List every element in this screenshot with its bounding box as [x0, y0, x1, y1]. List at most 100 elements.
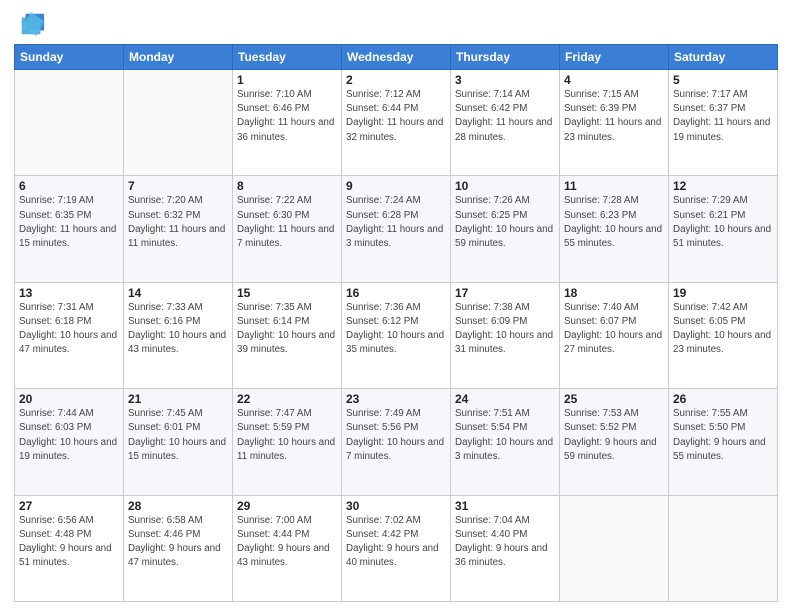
day-number: 9	[346, 179, 446, 193]
week-row-2: 6Sunrise: 7:19 AM Sunset: 6:35 PM Daylig…	[15, 176, 778, 282]
day-number: 25	[564, 392, 664, 406]
day-info: Sunrise: 7:19 AM Sunset: 6:35 PM Dayligh…	[19, 194, 119, 251]
calendar-cell: 17Sunrise: 7:38 AM Sunset: 6:09 PM Dayli…	[451, 282, 560, 388]
day-number: 23	[346, 392, 446, 406]
day-info: Sunrise: 7:29 AM Sunset: 6:21 PM Dayligh…	[673, 194, 773, 251]
day-number: 4	[564, 73, 664, 87]
calendar-cell: 6Sunrise: 7:19 AM Sunset: 6:35 PM Daylig…	[15, 176, 124, 282]
day-info: Sunrise: 7:15 AM Sunset: 6:39 PM Dayligh…	[564, 88, 664, 145]
week-row-3: 13Sunrise: 7:31 AM Sunset: 6:18 PM Dayli…	[15, 282, 778, 388]
calendar-cell	[124, 70, 233, 176]
day-number: 6	[19, 179, 119, 193]
day-info: Sunrise: 7:33 AM Sunset: 6:16 PM Dayligh…	[128, 301, 228, 358]
calendar-cell: 21Sunrise: 7:45 AM Sunset: 6:01 PM Dayli…	[124, 389, 233, 495]
calendar-cell	[669, 495, 778, 601]
day-number: 5	[673, 73, 773, 87]
calendar-cell: 1Sunrise: 7:10 AM Sunset: 6:46 PM Daylig…	[233, 70, 342, 176]
calendar-cell: 18Sunrise: 7:40 AM Sunset: 6:07 PM Dayli…	[560, 282, 669, 388]
day-info: Sunrise: 7:51 AM Sunset: 5:54 PM Dayligh…	[455, 407, 555, 464]
weekday-header-thursday: Thursday	[451, 45, 560, 70]
day-number: 27	[19, 499, 119, 513]
day-info: Sunrise: 7:04 AM Sunset: 4:40 PM Dayligh…	[455, 514, 555, 571]
calendar-cell: 14Sunrise: 7:33 AM Sunset: 6:16 PM Dayli…	[124, 282, 233, 388]
week-row-1: 1Sunrise: 7:10 AM Sunset: 6:46 PM Daylig…	[15, 70, 778, 176]
day-info: Sunrise: 7:28 AM Sunset: 6:23 PM Dayligh…	[564, 194, 664, 251]
day-number: 20	[19, 392, 119, 406]
day-info: Sunrise: 7:20 AM Sunset: 6:32 PM Dayligh…	[128, 194, 228, 251]
day-number: 1	[237, 73, 337, 87]
weekday-header-row: SundayMondayTuesdayWednesdayThursdayFrid…	[15, 45, 778, 70]
day-info: Sunrise: 7:22 AM Sunset: 6:30 PM Dayligh…	[237, 194, 337, 251]
calendar-cell: 19Sunrise: 7:42 AM Sunset: 6:05 PM Dayli…	[669, 282, 778, 388]
calendar-cell: 31Sunrise: 7:04 AM Sunset: 4:40 PM Dayli…	[451, 495, 560, 601]
day-info: Sunrise: 7:35 AM Sunset: 6:14 PM Dayligh…	[237, 301, 337, 358]
calendar-cell	[560, 495, 669, 601]
calendar-cell: 28Sunrise: 6:58 AM Sunset: 4:46 PM Dayli…	[124, 495, 233, 601]
day-number: 11	[564, 179, 664, 193]
day-number: 3	[455, 73, 555, 87]
calendar-table: SundayMondayTuesdayWednesdayThursdayFrid…	[14, 44, 778, 602]
day-number: 12	[673, 179, 773, 193]
day-info: Sunrise: 7:44 AM Sunset: 6:03 PM Dayligh…	[19, 407, 119, 464]
calendar-cell: 24Sunrise: 7:51 AM Sunset: 5:54 PM Dayli…	[451, 389, 560, 495]
calendar-cell: 2Sunrise: 7:12 AM Sunset: 6:44 PM Daylig…	[342, 70, 451, 176]
week-row-4: 20Sunrise: 7:44 AM Sunset: 6:03 PM Dayli…	[15, 389, 778, 495]
weekday-header-sunday: Sunday	[15, 45, 124, 70]
calendar-cell: 20Sunrise: 7:44 AM Sunset: 6:03 PM Dayli…	[15, 389, 124, 495]
weekday-header-wednesday: Wednesday	[342, 45, 451, 70]
day-number: 13	[19, 286, 119, 300]
day-number: 8	[237, 179, 337, 193]
day-info: Sunrise: 7:36 AM Sunset: 6:12 PM Dayligh…	[346, 301, 446, 358]
calendar-cell: 16Sunrise: 7:36 AM Sunset: 6:12 PM Dayli…	[342, 282, 451, 388]
calendar-cell: 29Sunrise: 7:00 AM Sunset: 4:44 PM Dayli…	[233, 495, 342, 601]
logo	[14, 10, 46, 38]
day-info: Sunrise: 7:55 AM Sunset: 5:50 PM Dayligh…	[673, 407, 773, 464]
day-number: 28	[128, 499, 228, 513]
day-info: Sunrise: 7:31 AM Sunset: 6:18 PM Dayligh…	[19, 301, 119, 358]
day-number: 22	[237, 392, 337, 406]
day-info: Sunrise: 7:17 AM Sunset: 6:37 PM Dayligh…	[673, 88, 773, 145]
day-number: 24	[455, 392, 555, 406]
calendar-cell: 3Sunrise: 7:14 AM Sunset: 6:42 PM Daylig…	[451, 70, 560, 176]
day-number: 16	[346, 286, 446, 300]
calendar-cell: 30Sunrise: 7:02 AM Sunset: 4:42 PM Dayli…	[342, 495, 451, 601]
calendar-cell: 10Sunrise: 7:26 AM Sunset: 6:25 PM Dayli…	[451, 176, 560, 282]
day-number: 2	[346, 73, 446, 87]
logo-icon	[18, 10, 46, 38]
weekday-header-monday: Monday	[124, 45, 233, 70]
day-number: 14	[128, 286, 228, 300]
calendar-cell: 23Sunrise: 7:49 AM Sunset: 5:56 PM Dayli…	[342, 389, 451, 495]
day-number: 17	[455, 286, 555, 300]
day-info: Sunrise: 6:58 AM Sunset: 4:46 PM Dayligh…	[128, 514, 228, 571]
day-number: 26	[673, 392, 773, 406]
calendar-cell: 26Sunrise: 7:55 AM Sunset: 5:50 PM Dayli…	[669, 389, 778, 495]
day-number: 29	[237, 499, 337, 513]
day-info: Sunrise: 7:00 AM Sunset: 4:44 PM Dayligh…	[237, 514, 337, 571]
calendar-cell: 15Sunrise: 7:35 AM Sunset: 6:14 PM Dayli…	[233, 282, 342, 388]
week-row-5: 27Sunrise: 6:56 AM Sunset: 4:48 PM Dayli…	[15, 495, 778, 601]
calendar-cell: 8Sunrise: 7:22 AM Sunset: 6:30 PM Daylig…	[233, 176, 342, 282]
day-info: Sunrise: 6:56 AM Sunset: 4:48 PM Dayligh…	[19, 514, 119, 571]
calendar-cell: 9Sunrise: 7:24 AM Sunset: 6:28 PM Daylig…	[342, 176, 451, 282]
day-number: 31	[455, 499, 555, 513]
day-info: Sunrise: 7:02 AM Sunset: 4:42 PM Dayligh…	[346, 514, 446, 571]
weekday-header-friday: Friday	[560, 45, 669, 70]
calendar-cell: 25Sunrise: 7:53 AM Sunset: 5:52 PM Dayli…	[560, 389, 669, 495]
day-info: Sunrise: 7:24 AM Sunset: 6:28 PM Dayligh…	[346, 194, 446, 251]
calendar-cell: 7Sunrise: 7:20 AM Sunset: 6:32 PM Daylig…	[124, 176, 233, 282]
calendar-cell	[15, 70, 124, 176]
day-info: Sunrise: 7:14 AM Sunset: 6:42 PM Dayligh…	[455, 88, 555, 145]
day-number: 18	[564, 286, 664, 300]
page: SundayMondayTuesdayWednesdayThursdayFrid…	[0, 0, 792, 612]
day-info: Sunrise: 7:12 AM Sunset: 6:44 PM Dayligh…	[346, 88, 446, 145]
day-info: Sunrise: 7:26 AM Sunset: 6:25 PM Dayligh…	[455, 194, 555, 251]
day-info: Sunrise: 7:53 AM Sunset: 5:52 PM Dayligh…	[564, 407, 664, 464]
weekday-header-saturday: Saturday	[669, 45, 778, 70]
day-number: 19	[673, 286, 773, 300]
calendar-cell: 5Sunrise: 7:17 AM Sunset: 6:37 PM Daylig…	[669, 70, 778, 176]
day-info: Sunrise: 7:45 AM Sunset: 6:01 PM Dayligh…	[128, 407, 228, 464]
calendar-cell: 13Sunrise: 7:31 AM Sunset: 6:18 PM Dayli…	[15, 282, 124, 388]
calendar-cell: 11Sunrise: 7:28 AM Sunset: 6:23 PM Dayli…	[560, 176, 669, 282]
day-number: 15	[237, 286, 337, 300]
day-number: 30	[346, 499, 446, 513]
